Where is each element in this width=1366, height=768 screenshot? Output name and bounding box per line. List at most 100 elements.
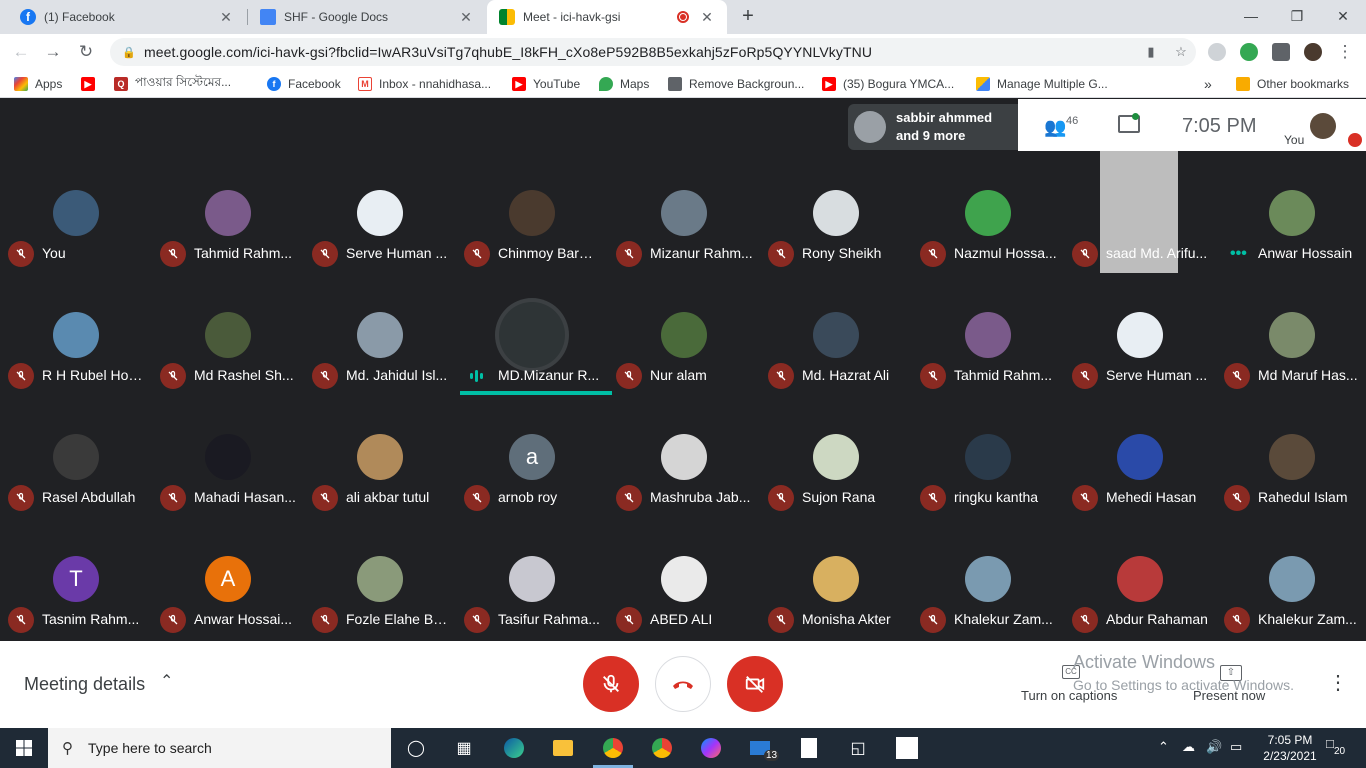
participant-tile[interactable]: ••• Anwar Hossain (1216, 151, 1366, 273)
participant-tile[interactable]: Sujon Rana (760, 395, 912, 517)
camera-icon[interactable]: ▮ (1136, 44, 1166, 60)
participant-tile[interactable]: A Anwar Hossai... (152, 517, 304, 639)
participant-tile[interactable]: R H Rubel Hos... (0, 273, 152, 395)
participant-tile[interactable]: Rony Sheikh (760, 151, 912, 273)
joined-notification[interactable]: sabbir ahmmed and 9 more (848, 104, 1018, 150)
more-dots-icon[interactable]: ••• (1230, 245, 1247, 263)
participant-tile[interactable]: a arnob roy (456, 395, 608, 517)
participant-tile[interactable]: ABED ALI (608, 517, 760, 639)
cortana-icon[interactable]: ◯ (402, 734, 430, 762)
snip-tool-icon[interactable]: ◱ (844, 734, 872, 762)
other-bookmarks[interactable]: Other bookmarks (1236, 75, 1349, 93)
address-bar[interactable]: 🔒 meet.google.com/ici-havk-gsi?fbclid=Iw… (110, 38, 1196, 66)
participant-tile[interactable]: Tasifur Rahma... (456, 517, 608, 639)
participant-tile[interactable]: Nur alam (608, 273, 760, 395)
bookmark-maps[interactable]: Maps (599, 75, 649, 93)
camera-toggle-button[interactable] (727, 656, 783, 712)
self-avatar[interactable] (1310, 113, 1336, 139)
back-button[interactable]: ← (10, 41, 32, 63)
taskbar-search-box[interactable]: ⚲ Type here to search (48, 728, 391, 768)
bookmark-google-ads[interactable]: Manage Multiple G... (976, 75, 1108, 93)
forward-button[interactable]: → (42, 41, 64, 63)
leave-call-button[interactable] (655, 656, 711, 712)
extension-shield-icon[interactable] (1208, 43, 1226, 61)
app-icon[interactable] (893, 734, 921, 762)
minimize-button[interactable]: — (1228, 0, 1274, 32)
participant-tile[interactable]: Abdur Rahaman (1064, 517, 1216, 639)
participant-tile[interactable]: Khalekur Zam... (1216, 517, 1366, 639)
edge-icon[interactable] (500, 734, 528, 762)
task-view-icon[interactable]: ▦ (450, 734, 478, 762)
tab-facebook[interactable]: f (1) Facebook ✕ (8, 0, 246, 34)
bookmarks-more-button[interactable]: » (1204, 75, 1212, 93)
file-explorer-icon[interactable] (549, 734, 577, 762)
participant-tile[interactable]: Khalekur Zam... (912, 517, 1064, 639)
reload-button[interactable]: ↻ (75, 41, 97, 63)
participant-tile[interactable]: Rahedul Islam (1216, 395, 1366, 517)
bookmark-facebook[interactable]: f Facebook (267, 75, 341, 93)
participant-tile[interactable]: Tahmid Rahm... (912, 273, 1064, 395)
participant-tile[interactable]: Md. Jahidul Isl... (304, 273, 456, 395)
network-icon[interactable]: ☁ (1182, 739, 1195, 755)
notepad-icon[interactable] (795, 734, 823, 762)
tab-google-docs[interactable]: SHF - Google Docs ✕ (248, 0, 486, 34)
participant-tile[interactable]: ali akbar tutul (304, 395, 456, 517)
bookmark-remove-bg[interactable]: Remove Backgroun... (668, 75, 804, 93)
bookmark-quora[interactable]: Q পাওয়ার সিস্টেমের... (114, 75, 231, 93)
bookmark-apps[interactable]: Apps (14, 75, 62, 93)
messenger-icon[interactable] (697, 734, 725, 762)
participant-tile[interactable]: Md Rashel Sh... (152, 273, 304, 395)
close-icon[interactable]: ✕ (699, 9, 715, 26)
participant-tile[interactable]: MD.Mizanur R... (456, 273, 612, 395)
bookmark-youtube[interactable]: ▶ (81, 75, 102, 93)
bookmark-youtube-2[interactable]: ▶ YouTube (512, 75, 580, 93)
volume-icon[interactable]: 🔊 (1206, 739, 1222, 755)
lock-icon[interactable]: 🔒 (122, 46, 136, 59)
participant-tile[interactable]: Mahadi Hasan... (152, 395, 304, 517)
chrome-profile-icon[interactable] (648, 734, 676, 762)
mic-off-icon (768, 485, 794, 511)
participant-tile[interactable]: Serve Human ... (1064, 273, 1216, 395)
participant-tile[interactable]: Fozle Elahe Ba... (304, 517, 456, 639)
mic-toggle-button[interactable] (583, 656, 639, 712)
extensions-puzzle-icon[interactable] (1272, 43, 1290, 61)
participant-tile[interactable]: Mizanur Rahm... (608, 151, 760, 273)
chevron-up-icon[interactable]: ⌃ (160, 671, 173, 691)
close-icon[interactable]: ✕ (218, 9, 234, 26)
participant-tile[interactable]: saad Md. Arifu... (1064, 151, 1216, 273)
new-tab-button[interactable]: + (738, 5, 758, 28)
participant-tile[interactable]: You (0, 151, 152, 273)
participant-tile[interactable]: T Tasnim Rahm... (0, 517, 152, 639)
people-icon[interactable]: 👥 (1044, 117, 1066, 138)
participant-tile[interactable]: Nazmul Hossa... (912, 151, 1064, 273)
close-icon[interactable]: ✕ (458, 9, 474, 26)
taskbar-clock[interactable]: 7:05 PM 2/23/2021 (1255, 732, 1325, 764)
meeting-details-button[interactable]: Meeting details (24, 674, 145, 695)
notifications-icon[interactable]: □ (1326, 736, 1334, 751)
chrome-icon[interactable] (599, 734, 627, 762)
extension-vpn-icon[interactable] (1240, 43, 1258, 61)
windows-start-button[interactable] (0, 728, 48, 768)
participant-tile[interactable]: Rasel Abdullah (0, 395, 152, 517)
chevron-up-icon[interactable]: ⌃ (1158, 739, 1169, 755)
menu-kebab-icon[interactable]: ⋮ (1334, 41, 1356, 63)
participant-tile[interactable]: Chinmoy Barm... (456, 151, 608, 273)
more-options-icon[interactable]: ⋮ (1328, 670, 1348, 695)
bookmark-star-icon[interactable]: ☆ (1166, 44, 1196, 60)
profile-avatar[interactable] (1304, 43, 1322, 61)
bookmark-bogura[interactable]: ▶ (35) Bogura YMCA... (822, 75, 954, 93)
tab-meet[interactable]: Meet - ici-havk-gsi ✕ (487, 0, 727, 34)
participant-tile[interactable]: Md. Hazrat Ali (760, 273, 912, 395)
display-icon[interactable]: ▭ (1230, 739, 1242, 755)
participant-tile[interactable]: Mehedi Hasan (1064, 395, 1216, 517)
window-close-button[interactable]: ✕ (1320, 0, 1366, 32)
participant-tile[interactable]: Tahmid Rahm... (152, 151, 304, 273)
participant-tile[interactable]: Monisha Akter (760, 517, 912, 639)
participant-tile[interactable]: ringku kantha (912, 395, 1064, 517)
bookmark-gmail[interactable]: M Inbox - nnahidhasa... (358, 75, 491, 93)
participant-tile[interactable]: Md Maruf Has... (1216, 273, 1366, 395)
mic-off-icon (920, 241, 946, 267)
participant-tile[interactable]: Serve Human ... (304, 151, 456, 273)
participant-tile[interactable]: Mashruba Jab... (608, 395, 760, 517)
restore-button[interactable]: ❐ (1274, 0, 1320, 32)
